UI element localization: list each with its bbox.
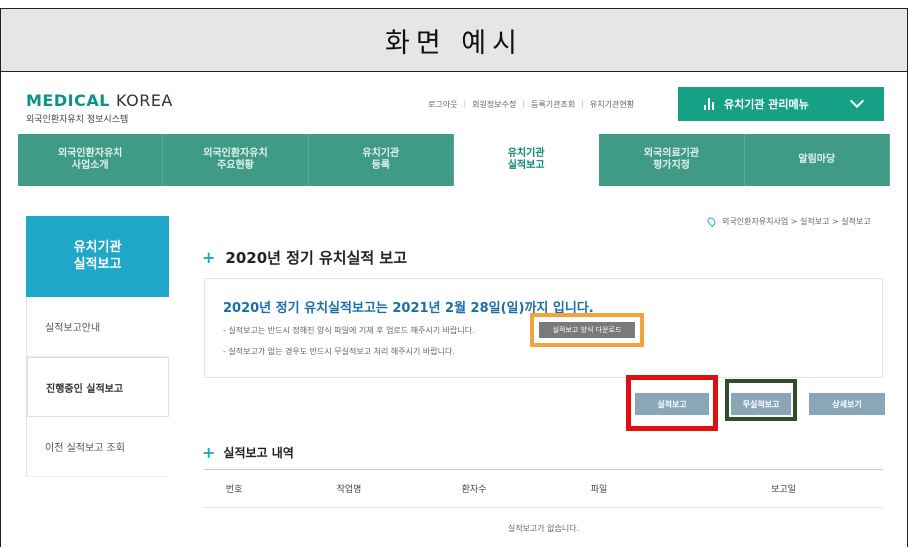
logo-text-bold: MEDICAL <box>26 91 110 110</box>
highlight-download <box>530 313 644 347</box>
bar-chart-icon <box>704 98 714 110</box>
nav-item-intro[interactable]: 외국인환자유치 사업소개 <box>18 134 164 186</box>
table-header: 번호 작업명 환자수 파일 보고일 <box>204 470 883 508</box>
breadcrumb: 외국인환자유치사업 > 실적보고 > 실적보고 <box>705 215 871 228</box>
sidebar-item-ongoing-report[interactable]: 진행중인 실적보고 <box>27 357 169 417</box>
nav-item-performance-report[interactable]: 유치기관 실적보고 <box>453 134 600 186</box>
highlight-report <box>626 375 718 431</box>
location-pin-icon <box>705 215 718 228</box>
sidebar-item-previous-reports[interactable]: 이전 실적보고 조회 <box>27 417 169 477</box>
empty-message: 실적보고가 없습니다. <box>507 523 580 533</box>
history-title-text: 실적보고 내역 <box>223 446 294 460</box>
sidebar-menu: 실적보고안내 진행중인 실적보고 이전 실적보고 조회 <box>26 297 169 477</box>
logo-subtitle: 외국인환자유치 정보시스템 <box>26 115 129 125</box>
column-header: 보고일 <box>771 485 796 495</box>
notice-line-1: - 실적보고는 반드시 정해진 양식 파일에 기재 후 업로드 해주시기 바랍니… <box>223 326 475 335</box>
notice-line-2: - 실적보고가 없는 경우도 반드시 무실적보고 처리 해주시기 바랍니다. <box>223 347 455 356</box>
sidebar-item-guide[interactable]: 실적보고안내 <box>27 297 169 357</box>
plus-icon: + <box>202 443 216 462</box>
agency-status-link[interactable]: 유치기관현황 <box>590 99 634 110</box>
detail-button[interactable]: 상세보기 <box>809 393 885 415</box>
registered-search-link[interactable]: 등록기관조회 <box>531 99 575 110</box>
breadcrumb-text: 외국인환자유치사업 > 실적보고 > 실적보고 <box>722 217 871 226</box>
divider: | <box>581 99 584 108</box>
agency-menu-label: 유치기관 관리메뉴 <box>724 98 809 111</box>
page-title-text: 2020년 정기 유치실적 보고 <box>225 249 408 267</box>
site-logo[interactable]: MEDICAL KOREA 외국인환자유치 정보시스템 <box>26 91 173 125</box>
page-title: + 2020년 정기 유치실적 보고 <box>202 247 407 268</box>
agency-menu-button[interactable]: 유치기관 관리메뉴 <box>678 87 884 121</box>
divider: | <box>522 99 526 108</box>
main-navigation: 외국인환자유치 사업소개 외국인환자유치 주요현황 유치기관 등록 유치기관 실… <box>18 134 890 186</box>
logo-text-light: KOREA <box>115 91 173 110</box>
divider: | <box>463 99 467 108</box>
site-screenshot: MEDICAL KOREA 외국인환자유치 정보시스템 로그아웃 | 회원정보수정… <box>18 75 890 547</box>
nav-item-status[interactable]: 외국인환자유치 주요현황 <box>163 134 309 186</box>
logout-link[interactable]: 로그아웃 <box>428 99 457 110</box>
column-header: 작업명 <box>336 485 362 495</box>
sidebar-heading: 유치기관 실적보고 <box>26 216 169 297</box>
edit-profile-link[interactable]: 회원정보수정 <box>472 99 516 110</box>
nav-item-registration[interactable]: 유치기관 등록 <box>309 134 454 186</box>
nav-item-evaluation[interactable]: 외국의료기관 평가지정 <box>599 134 745 186</box>
nav-item-notice[interactable]: 알림마당 <box>745 134 890 186</box>
utility-links: 로그아웃 | 회원정보수정 | 등록기관조회 | 유치기관현황 <box>428 99 634 110</box>
column-header: 파일 <box>590 485 608 495</box>
document-title: 화면 예시 <box>0 8 908 72</box>
plus-icon: + <box>202 248 216 267</box>
column-header: 번호 <box>225 485 243 495</box>
chevron-down-icon <box>849 93 865 109</box>
history-title: + 실적보고 내역 <box>202 443 294 462</box>
history-table: 번호 작업명 환자수 파일 보고일 실적보고가 없습니다. <box>204 469 883 548</box>
highlight-nil-report <box>725 379 797 421</box>
notice-box: 2020년 정기 유치실적보고는 2021년 2월 28일(일)까지 입니다. … <box>204 278 883 378</box>
column-header: 환자수 <box>461 485 487 495</box>
